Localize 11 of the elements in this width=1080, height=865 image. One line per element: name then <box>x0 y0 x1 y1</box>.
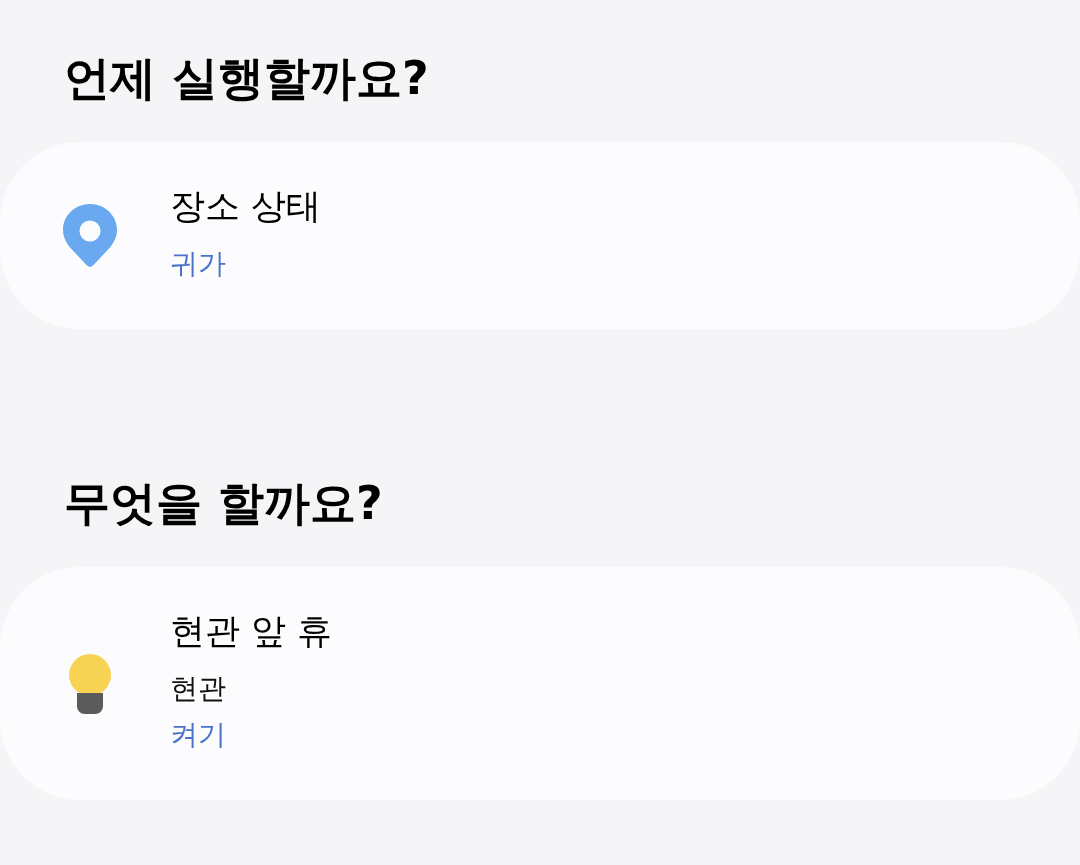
card-title: 현관 앞 휴 <box>170 610 333 653</box>
card-title: 장소 상태 <box>170 185 322 228</box>
card-value: 귀가 <box>170 246 226 282</box>
section-heading: 언제 실행할까요? <box>64 50 429 107</box>
card-value: 켜기 <box>170 717 226 753</box>
light-bulb-icon <box>68 653 112 714</box>
list-card[interactable]: 장소 상태 귀가 <box>0 142 1080 329</box>
card-detail: 현관 <box>170 671 226 707</box>
list-card[interactable]: 현관 앞 휴 현관 켜기 <box>0 567 1080 800</box>
map-pin-icon <box>63 204 117 267</box>
section-heading: 무엇을 할까요? <box>64 475 383 532</box>
